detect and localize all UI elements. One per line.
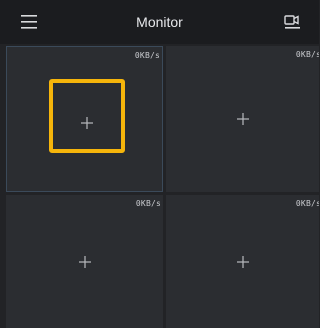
channel-tile-4[interactable]: 0KB/s (166, 195, 319, 328)
channel-tile-3[interactable]: 0KB/s (6, 195, 163, 328)
add-icon[interactable] (78, 255, 91, 268)
bitrate-label: 0KB/s (134, 51, 160, 60)
channel-tile-1[interactable]: 0KB/s (6, 46, 163, 192)
channel-grid: 0KB/s 0KB/s 0KB/s 0KB/s (0, 44, 319, 328)
add-icon[interactable] (236, 255, 249, 268)
add-icon[interactable] (236, 113, 249, 125)
add-icon[interactable] (80, 117, 93, 129)
top-bar: Monitor (0, 0, 319, 44)
bitrate-label: 0KB/s (295, 199, 319, 208)
channel-tile-2[interactable]: 0KB/s (166, 46, 319, 192)
bitrate-label: 0KB/s (135, 199, 161, 208)
page-title: Monitor (136, 14, 183, 30)
monitor-screen: Monitor 0KB/s 0KB/s 0KB/s 0KB/s (0, 0, 319, 328)
camera-icon[interactable] (283, 12, 303, 32)
bitrate-label: 0KB/s (295, 50, 319, 59)
